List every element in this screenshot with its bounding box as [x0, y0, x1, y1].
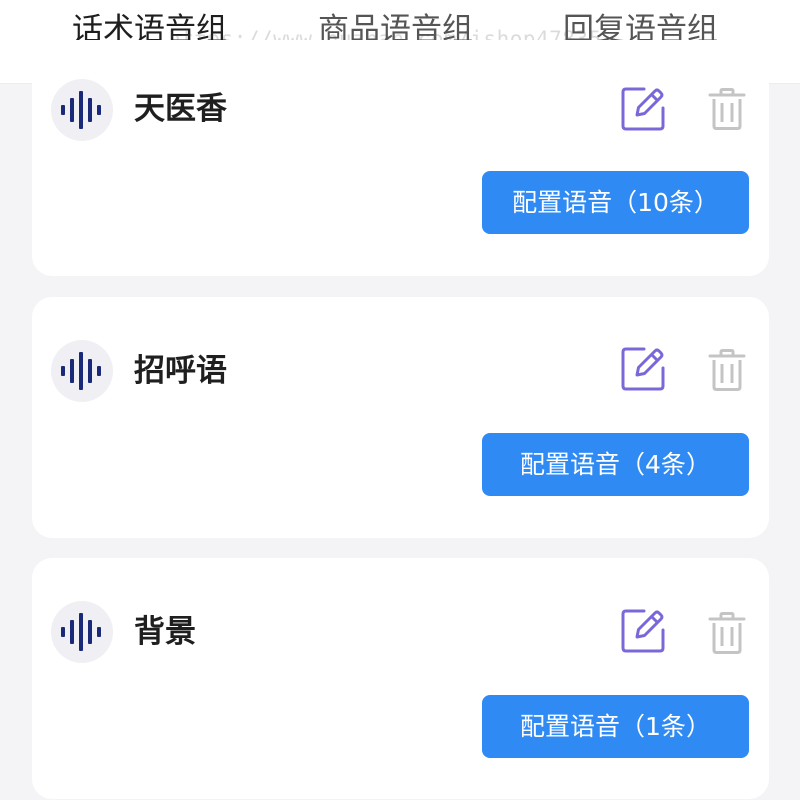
voice-group-name: 天医香 [134, 91, 227, 127]
edit-icon[interactable] [620, 608, 666, 654]
trash-icon[interactable] [708, 88, 746, 130]
edit-icon[interactable] [620, 346, 666, 392]
audio-waveform-icon [51, 79, 113, 141]
configure-voice-button[interactable]: 配置语音（10条） [482, 171, 749, 234]
configure-voice-button[interactable]: 配置语音（4条） [482, 433, 749, 496]
audio-waveform-icon [51, 601, 113, 663]
configure-voice-button[interactable]: 配置语音（1条） [482, 695, 749, 758]
voice-group-card: 背景 配置语音（1条） [32, 558, 769, 799]
voice-group-name: 招呼语 [134, 353, 227, 389]
trash-icon[interactable] [708, 349, 746, 391]
audio-waveform-icon [51, 340, 113, 402]
trash-icon[interactable] [708, 612, 746, 654]
edit-icon[interactable] [620, 86, 666, 132]
voice-group-name: 背景 [134, 614, 196, 650]
voice-group-card: 招呼语 配置语音（4条） [32, 297, 769, 538]
voice-group-card: 天医香 配置语音（10条） [32, 40, 769, 276]
